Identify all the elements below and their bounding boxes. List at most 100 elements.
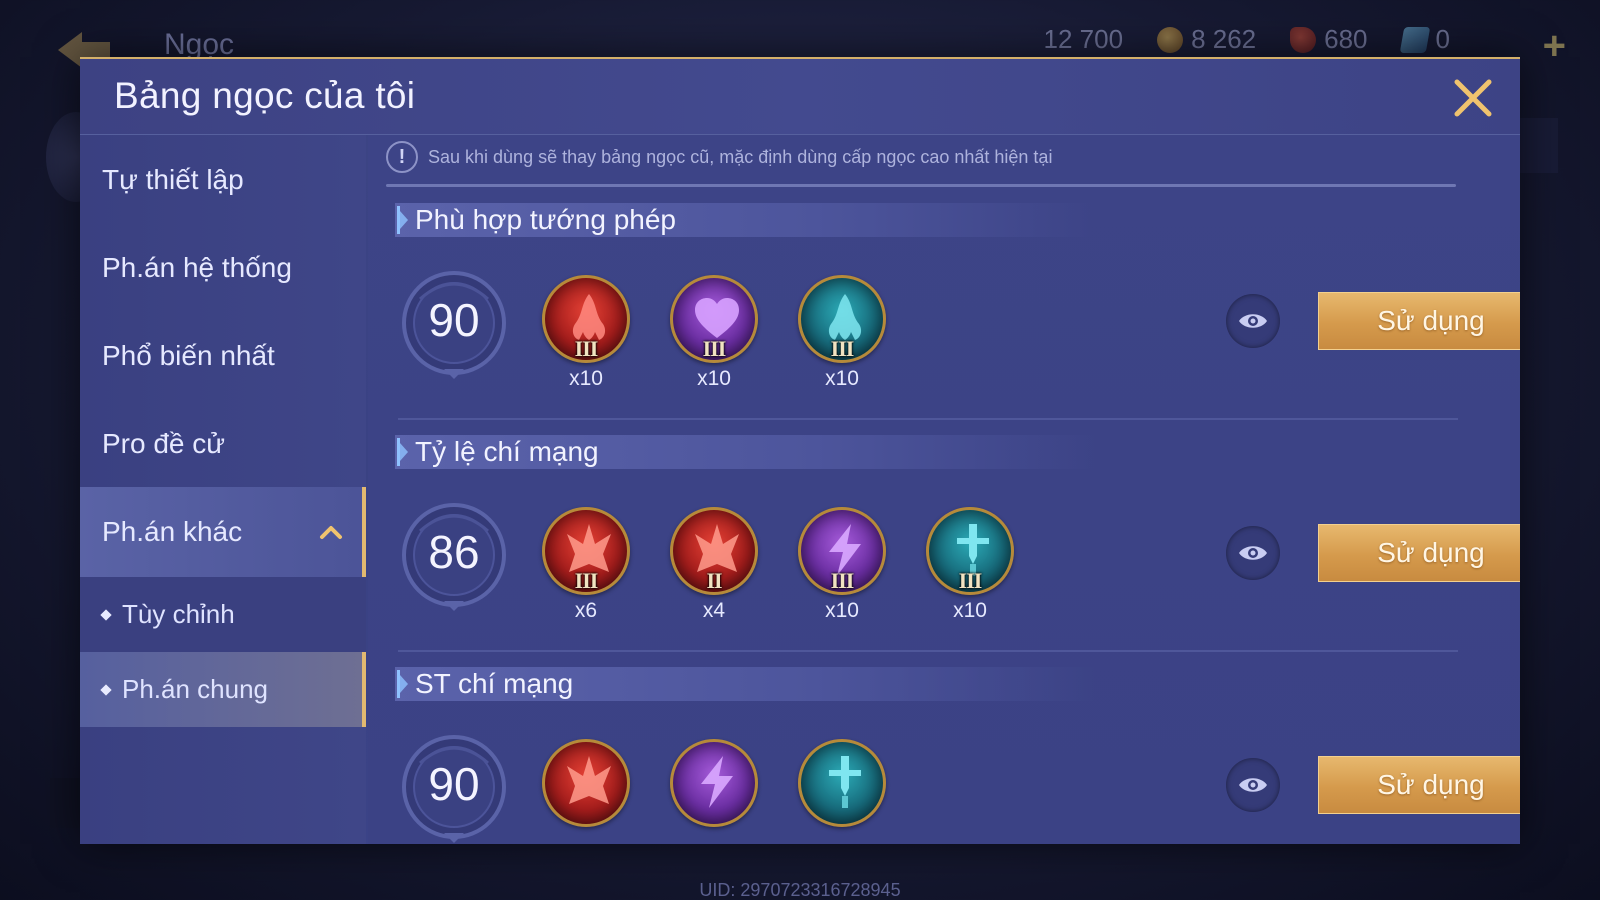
rune-plan-card: ST chí mạng 90 Sử dụng (368, 667, 1520, 844)
rune-tier: III (702, 336, 727, 361)
divider (398, 418, 1458, 420)
rune-count: x10 (697, 367, 731, 390)
card-ticket-icon (1399, 26, 1430, 53)
rune-tier: III (574, 568, 599, 593)
sidebar-item-label: Ph.án khác (102, 516, 243, 547)
sidebar-item-label: Ph.án hệ thống (102, 252, 292, 283)
eye-icon (1239, 546, 1267, 560)
rune-gem[interactable]: III x10 (542, 275, 630, 405)
rune-plan-card: Tỷ lệ chí mạng 86 III x6 II x4 III x10 I… (368, 435, 1520, 671)
uid-label: UID: 2970723316728945 (699, 880, 901, 900)
rune-plan-title: ST chí mạng (395, 667, 1095, 701)
notice: ! Sau khi dùng sẽ thay bảng ngọc cũ, mặc… (386, 141, 1052, 173)
rune-tier: III (830, 568, 855, 593)
divider (386, 184, 1456, 187)
sidebar-subitem-label: Ph.án chung (122, 674, 269, 704)
rune-orb: III (542, 275, 630, 363)
crown-burst-icon (567, 756, 611, 804)
rune-tier: III (830, 336, 855, 361)
rune-tier: III (958, 568, 983, 593)
preview-button[interactable] (1226, 758, 1280, 812)
sidebar-subitem-general-plan[interactable]: Ph.án chung (80, 652, 366, 727)
currency-red: 680 (1290, 24, 1368, 55)
background-panel (50, 778, 80, 828)
rune-count: x10 (825, 599, 859, 622)
close-button[interactable] (1452, 77, 1494, 119)
sidebar-item-label: Tự thiết lập (102, 164, 244, 195)
rune-count: x10 (825, 367, 859, 390)
rune-gem[interactable] (670, 739, 758, 844)
level-badge: 90 (400, 733, 508, 844)
sidebar-item-label: Pro đề cử (102, 428, 226, 459)
sidebar-item-system-plan[interactable]: Ph.án hệ thống (80, 223, 366, 313)
rune-tier: II (706, 568, 722, 593)
notice-text: Sau khi dùng sẽ thay bảng ngọc cũ, mặc đ… (428, 146, 1053, 167)
sidebar-item-pro-recommended[interactable]: Pro đề cử (80, 399, 366, 489)
rune-orb: III (670, 275, 758, 363)
chevron-up-icon (320, 526, 342, 539)
currency-gold: 8 262 (1157, 24, 1256, 55)
level-badge: 86 (400, 501, 508, 613)
currency-card: 0 (1399, 24, 1450, 55)
rune-orb (542, 739, 630, 827)
currency-gem: 12 700 (1043, 24, 1132, 226)
modal-header: Bảng ngọc của tôi (80, 57, 1520, 135)
preview-button[interactable] (1226, 294, 1280, 348)
add-currency-icon[interactable]: + (1543, 24, 1566, 69)
rune-gem[interactable]: III x10 (798, 275, 886, 405)
modal-title: Bảng ngọc của tôi (114, 75, 416, 116)
rune-plan-card: Phù hợp tướng phép 90 III x10 III x10 II… (368, 203, 1520, 439)
rune-orb (798, 739, 886, 827)
sidebar-subitem-custom[interactable]: Tùy chỉnh (80, 577, 366, 652)
currency-value: 0 (1435, 24, 1450, 54)
sidebar-item-most-popular[interactable]: Phổ biến nhất (80, 311, 366, 401)
level-value: 86 (428, 526, 480, 578)
rune-gem[interactable]: III x10 (798, 507, 886, 637)
rune-orb: III (926, 507, 1014, 595)
rune-gem[interactable] (542, 739, 630, 844)
rune-plan-title: Tỷ lệ chí mạng (395, 435, 1095, 469)
rune-plan-title: Phù hợp tướng phép (395, 203, 1095, 237)
currency-value: 680 (1324, 24, 1368, 54)
sword-icon (829, 756, 861, 808)
gold-coin-icon (1157, 26, 1184, 53)
rune-count: x4 (702, 599, 726, 622)
use-button[interactable]: Sử dụng (1318, 524, 1520, 582)
eye-icon (1239, 778, 1267, 792)
preview-button[interactable] (1226, 526, 1280, 580)
level-value: 90 (428, 758, 480, 810)
level-badge: 90 (400, 269, 508, 381)
exclamation-icon: ! (386, 141, 418, 173)
use-button[interactable]: Sử dụng (1318, 756, 1520, 814)
sidebar-item-label: Phổ biến nhất (102, 340, 275, 371)
lightning-icon (701, 756, 733, 808)
currency-value: 12 700 (1043, 24, 1124, 54)
rune-orb: III (798, 507, 886, 595)
rune-orb (670, 739, 758, 827)
eye-icon (1239, 314, 1267, 328)
use-button[interactable]: Sử dụng (1318, 292, 1520, 350)
sidebar: Tự thiết lập Ph.án hệ thống Phổ biến nhấ… (80, 135, 366, 844)
currency-value: 8 262 (1191, 24, 1257, 54)
rune-gem[interactable]: III x10 (670, 275, 758, 405)
rune-orb: III (542, 507, 630, 595)
rune-tier: III (574, 336, 599, 361)
rune-orb: III (798, 275, 886, 363)
bullet-icon (100, 683, 112, 696)
divider (398, 650, 1458, 652)
bullet-icon (100, 608, 112, 621)
rune-count: x10 (569, 367, 603, 390)
rune-gem[interactable]: III x6 (542, 507, 630, 637)
rune-page-modal: Bảng ngọc của tôi Tự thiết lập Ph.án hệ … (80, 57, 1520, 844)
red-crystal-icon (1290, 26, 1317, 53)
rune-gem[interactable]: III x10 (926, 507, 1014, 637)
sidebar-item-custom-setup[interactable]: Tự thiết lập (80, 135, 366, 225)
rune-gem[interactable]: II x4 (670, 507, 758, 637)
rune-count: x6 (574, 599, 598, 622)
rune-orb: II (670, 507, 758, 595)
level-value: 90 (428, 294, 480, 346)
sidebar-item-other-plans[interactable]: Ph.án khác (80, 487, 366, 577)
close-icon (1454, 79, 1492, 117)
rune-gem[interactable] (798, 739, 886, 844)
rune-plan-list[interactable]: ! Sau khi dùng sẽ thay bảng ngọc cũ, mặc… (368, 135, 1520, 844)
